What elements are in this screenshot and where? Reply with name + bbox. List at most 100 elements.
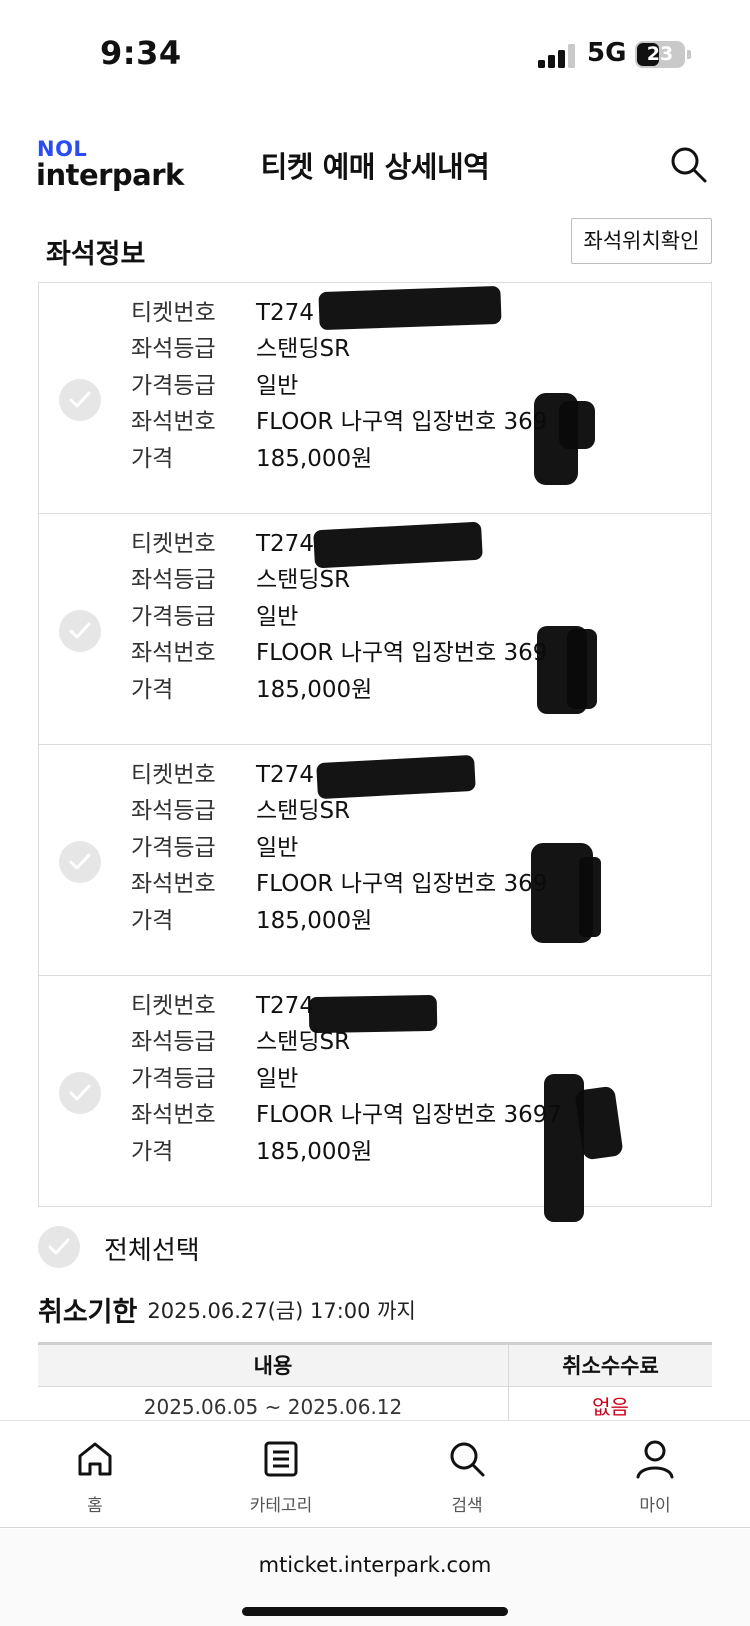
ticket-number-row: 티켓번호 T274 [131,757,314,793]
price-value: 185,000원 [256,908,373,934]
seat-grade-label: 좌석등급 [131,336,216,362]
redaction-mark [559,401,595,449]
seat-number-row: 좌석번호 FLOOR 나구역 입장번호 3697 [131,1097,562,1133]
search-icon [450,1442,485,1477]
price-grade-value: 일반 [256,604,299,630]
seat-number-row: 좌석번호 FLOOR 나구역 입장번호 369 [131,866,547,902]
seat-grade-row: 좌석등급 스탠딩SR [131,793,350,829]
redaction-mark [313,521,483,569]
check-icon [69,1084,91,1101]
nav-home[interactable]: 홈 [40,1437,150,1521]
ticket-checkbox[interactable] [59,841,101,883]
seat-number-label: 좌석번호 [131,409,216,435]
battery-level: 23 [646,43,674,65]
ticket-card[interactable]: 티켓번호 T274 좌석등급 스탠딩SR 가격등급 일반 좌석번호 FLOOR 나구역 … [39,976,711,1222]
ticket-number-value: T274 [256,300,314,326]
price-row: 가격 185,000원 [131,1134,372,1170]
redaction-mark [308,994,438,1034]
ticket-card[interactable]: 티켓번호 T274 좌석등급 스탠딩SR 가격등급 일반 좌석번호 FLOOR 나구역 … [39,283,711,514]
redaction-mark [574,1085,624,1161]
ticket-number-value: T274 [256,762,314,788]
fee-table-header: 내용 취소수수료 [38,1345,712,1387]
nav-my[interactable]: 마이 [600,1437,710,1521]
redaction-mark [567,629,597,709]
price-label: 가격 [131,908,174,934]
search-icon [671,147,707,183]
price-value: 185,000원 [256,1139,373,1165]
nav-category[interactable]: 카테고리 [226,1437,336,1521]
seat-number-label: 좌석번호 [131,1102,216,1128]
redaction-mark [579,857,601,937]
price-grade-label: 가격등급 [131,1066,216,1092]
fee-header-fee: 취소수수료 [562,1354,659,1378]
ticket-number-value: T274 [256,531,314,557]
browser-url-bar[interactable]: mticket.interpark.com [0,1529,750,1626]
ticket-checkbox[interactable] [59,610,101,652]
price-grade-row: 가격등급 일반 [131,830,298,866]
redaction-mark [318,285,502,331]
ticket-checkbox[interactable] [59,379,101,421]
nav-search-label: 검색 [451,1496,483,1516]
signal-icon [538,44,576,68]
ticket-card[interactable]: 티켓번호 T274 좌석등급 스탠딩SR 가격등급 일반 좌석번호 FLOOR 나구역 … [39,514,711,745]
seat-number-label: 좌석번호 [131,871,216,897]
seat-number-label: 좌석번호 [131,640,216,666]
price-grade-value: 일반 [256,835,299,861]
price-label: 가격 [131,1139,174,1165]
nav-home-label: 홈 [87,1496,103,1516]
seat-grade-row: 좌석등급 스탠딩SR [131,331,350,367]
seat-number-value: FLOOR 나구역 입장번호 369 [256,640,548,666]
nav-search[interactable]: 검색 [412,1437,522,1521]
redaction-mark [316,754,476,800]
seat-number-value: FLOOR 나구역 입장번호 369 [256,409,548,435]
check-icon [69,391,91,408]
battery-cap [687,50,691,59]
seat-grade-value: 스탠딩SR [256,798,351,824]
ticket-number-label: 티켓번호 [131,531,216,557]
search-button[interactable] [668,144,708,184]
price-value: 185,000원 [256,446,373,472]
seat-grade-value: 스탠딩SR [256,567,351,593]
cancel-deadline-label: 취소기한 [38,1297,138,1328]
seat-number-value: FLOOR 나구역 입장번호 3697 [256,1102,562,1128]
ticket-checkbox[interactable] [59,1072,101,1114]
ticket-card[interactable]: 티켓번호 T274 좌석등급 스탠딩SR 가격등급 일반 좌석번호 FLOOR 나구역 … [39,745,711,976]
ticket-number-label: 티켓번호 [131,993,216,1019]
cancel-fee-table: 내용 취소수수료 2025.06.05 ~ 2025.06.12 없음 [38,1342,712,1427]
ticket-list: 티켓번호 T274 좌석등급 스탠딩SR 가격등급 일반 좌석번호 FLOOR 나구역 … [38,282,712,1222]
home-indicator[interactable] [242,1607,508,1616]
url-text[interactable]: mticket.interpark.com [0,1553,750,1577]
select-all-checkbox[interactable] [38,1226,80,1268]
nav-category-label: 카테고리 [249,1496,313,1516]
price-grade-row: 가격등급 일반 [131,599,298,635]
ticket-number-row: 티켓번호 T274 [131,295,314,331]
check-icon [48,1238,70,1255]
price-grade-value: 일반 [256,373,299,399]
price-label: 가격 [131,446,174,472]
seat-number-row: 좌석번호 FLOOR 나구역 입장번호 369 [131,404,547,440]
ticket-number-label: 티켓번호 [131,762,216,788]
status-bar: 9:34 5G 23 [0,0,750,110]
price-grade-label: 가격등급 [131,604,216,630]
bottom-nav: 홈 카테고리 검색 마이 [0,1420,750,1528]
price-row: 가격 185,000원 [131,903,372,939]
user-icon [636,1440,674,1479]
price-value: 185,000원 [256,677,373,703]
price-row: 가격 185,000원 [131,672,372,708]
check-icon [69,853,91,870]
check-icon [69,622,91,639]
nav-my-label: 마이 [639,1496,671,1516]
home-icon [78,1442,112,1476]
seat-number-value: FLOOR 나구역 입장번호 369 [256,871,548,897]
price-label: 가격 [131,677,174,703]
seat-grade-label: 좌석등급 [131,798,216,824]
seat-number-row: 좌석번호 FLOOR 나구역 입장번호 369 [131,635,547,671]
seat-grade-label: 좌석등급 [131,567,216,593]
cancel-deadline-value: 2025.06.27(금) 17:00 까지 [147,1298,416,1323]
ticket-detail-page: 9:34 5G 23 NOL interpark 티켓 예매 상세내역 좌석정보… [0,0,750,1626]
seat-location-button[interactable]: 좌석위치확인 [571,218,712,264]
seat-info-title: 좌석정보 [46,239,146,270]
price-grade-label: 가격등급 [131,373,216,399]
ticket-number-row: 티켓번호 T274 [131,526,314,562]
ticket-number-row: 티켓번호 T274 [131,988,314,1024]
